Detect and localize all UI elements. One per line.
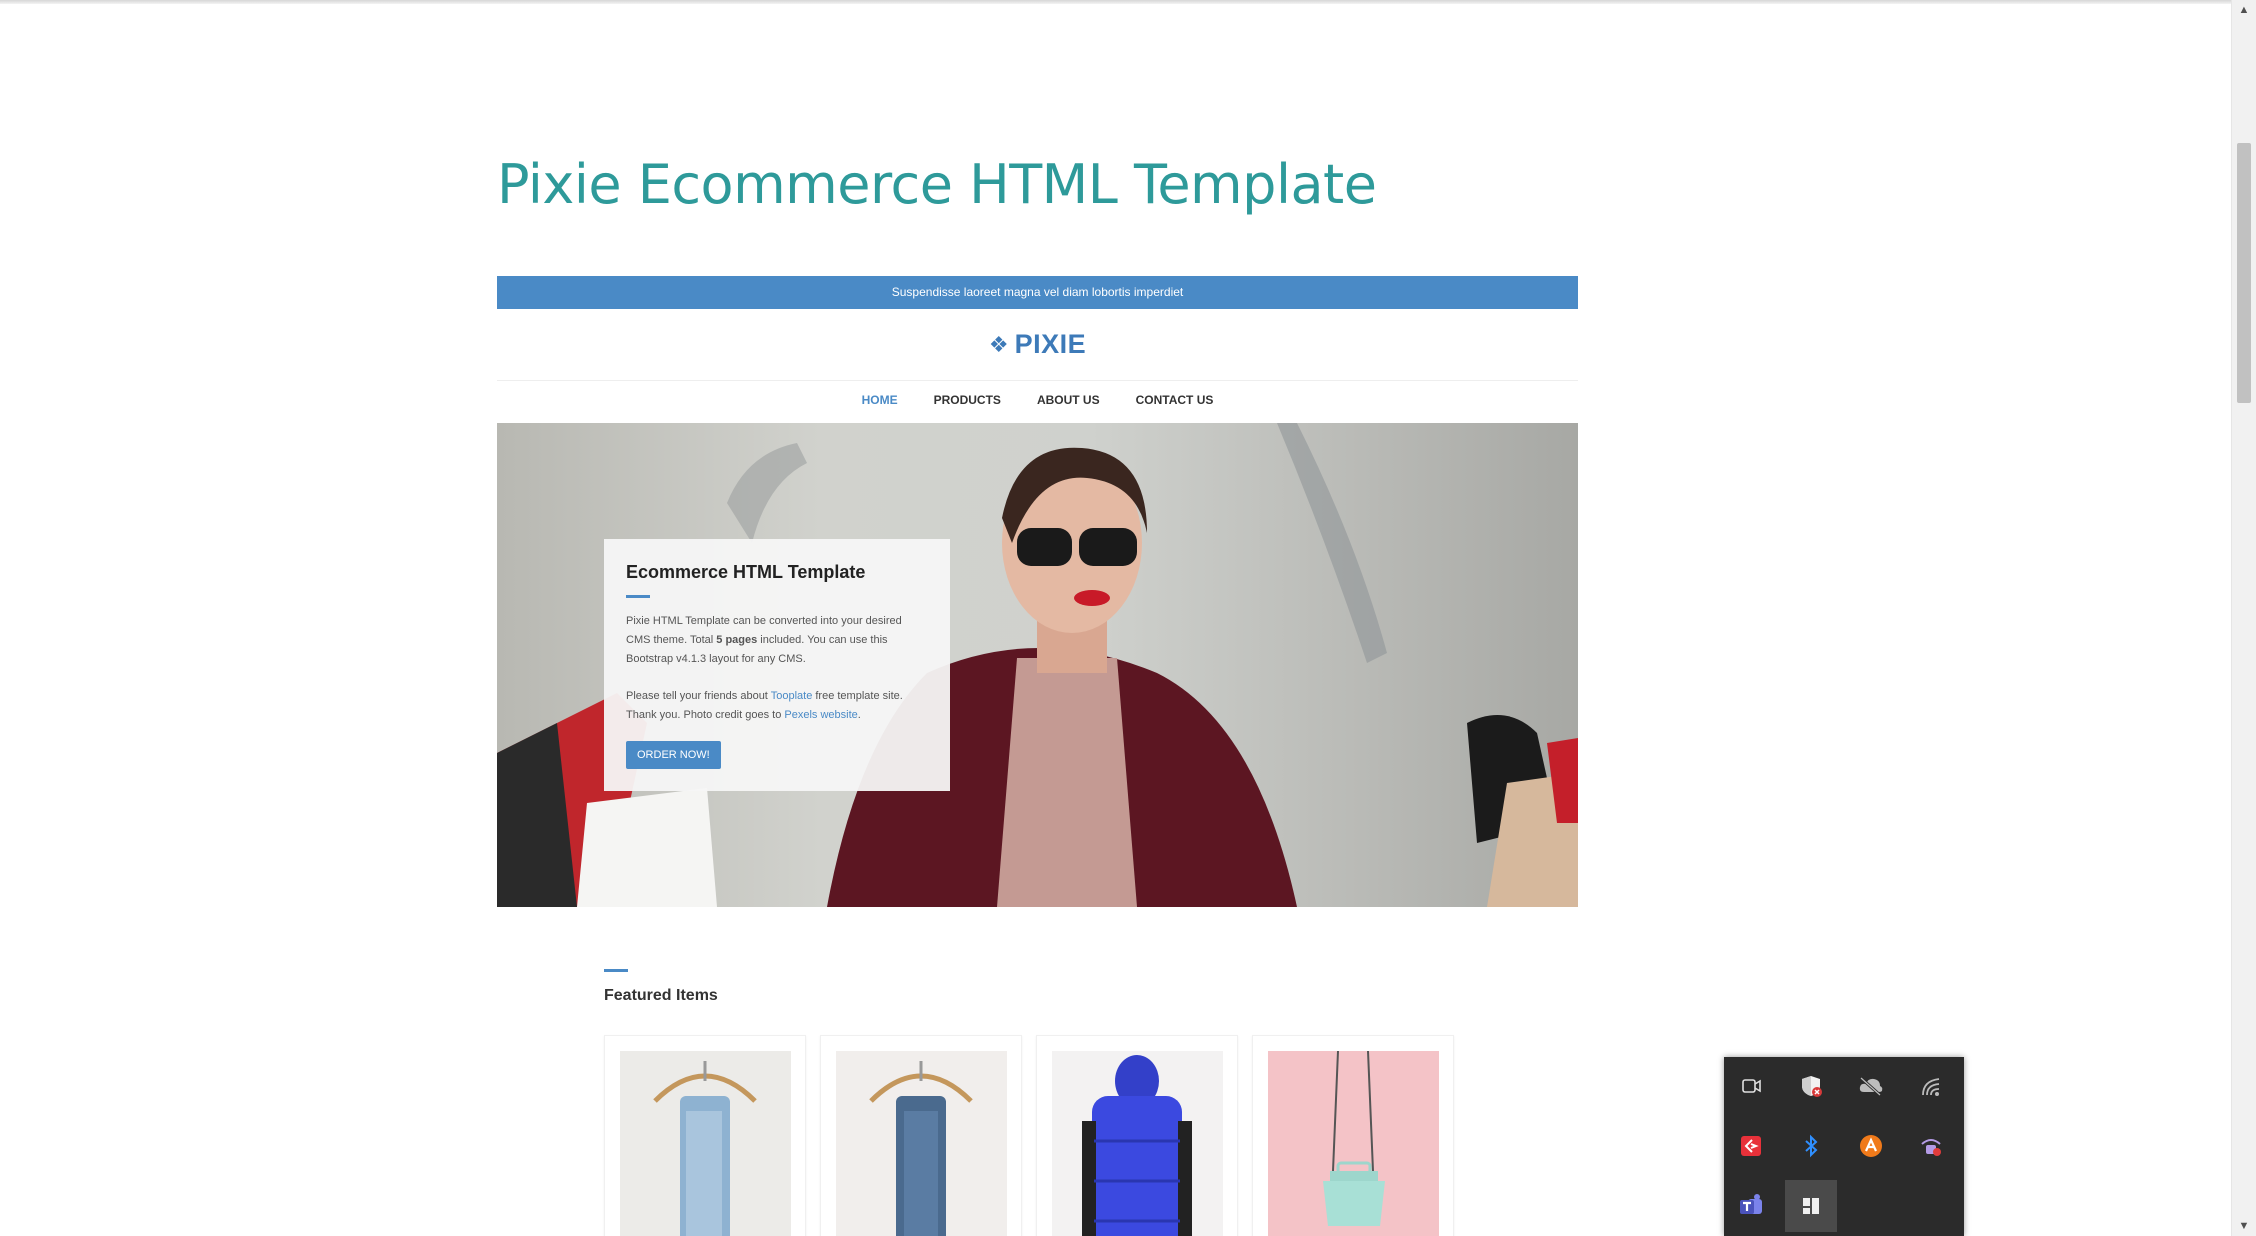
- wifi-signal-icon[interactable]: [1905, 1060, 1957, 1112]
- nav-item-home[interactable]: HOME: [862, 393, 898, 407]
- announcement-bar: Suspendisse laoreet magna vel diam lobor…: [497, 276, 1578, 309]
- vertical-scrollbar[interactable]: ▲ ▼: [2231, 0, 2256, 1236]
- hero-info-card: Ecommerce HTML Template Pixie HTML Templ…: [604, 539, 950, 791]
- snap-layout-icon[interactable]: [1785, 1180, 1837, 1232]
- featured-section: Featured Items: [604, 969, 718, 1005]
- scroll-down-arrow-icon[interactable]: ▼: [2232, 1216, 2256, 1236]
- nav-item-about-us[interactable]: ABOUT US: [1037, 393, 1100, 407]
- page-title: Pixie Ecommerce HTML Template: [497, 153, 1377, 216]
- product-image-jeans: [620, 1051, 791, 1236]
- system-tray-overflow: [1724, 1057, 1964, 1236]
- cloud-sync-icon[interactable]: [1845, 1060, 1897, 1112]
- product-image-dark-jeans: [836, 1051, 1007, 1236]
- brand-name: PIXIE: [1014, 329, 1087, 359]
- brand-header: ❖ PIXIE: [497, 309, 1578, 381]
- teams-icon[interactable]: [1725, 1180, 1777, 1232]
- product-image-puffer-vest: [1052, 1051, 1223, 1236]
- hero-heading: Ecommerce HTML Template: [626, 562, 866, 582]
- featured-title: Featured Items: [604, 987, 718, 1004]
- hero-description: Pixie HTML Template can be converted int…: [626, 615, 902, 665]
- hero-banner: Ecommerce HTML Template Pixie HTML Templ…: [497, 423, 1578, 907]
- hero-credits: Please tell your friends about Tooplate …: [626, 690, 903, 721]
- product-grid: [604, 1035, 1454, 1236]
- product-card[interactable]: [1036, 1035, 1238, 1236]
- tooplate-link[interactable]: Tooplate: [771, 690, 813, 702]
- featured-accent-bar: [604, 969, 628, 972]
- security-shield-icon[interactable]: [1785, 1060, 1837, 1112]
- product-card[interactable]: [820, 1035, 1022, 1236]
- logo-diamond-icon: ❖: [988, 331, 1009, 357]
- pexels-link[interactable]: Pexels website: [784, 709, 857, 721]
- avast-icon[interactable]: [1845, 1120, 1897, 1172]
- product-card[interactable]: [1252, 1035, 1454, 1236]
- product-card[interactable]: [604, 1035, 806, 1236]
- product-image-handbag: [1268, 1051, 1439, 1236]
- order-now-button[interactable]: ORDER NOW!: [626, 741, 721, 769]
- bluetooth-icon[interactable]: [1785, 1120, 1837, 1172]
- heading-underline: [626, 595, 650, 598]
- meet-now-icon[interactable]: [1725, 1060, 1777, 1112]
- nav-item-contact-us[interactable]: CONTACT US: [1136, 393, 1214, 407]
- remote-desktop-icon[interactable]: [1725, 1120, 1777, 1172]
- scroll-thumb[interactable]: [2237, 143, 2251, 403]
- vpn-lock-icon[interactable]: [1905, 1120, 1957, 1172]
- browser-top-border: [0, 0, 2232, 4]
- template-preview-image[interactable]: Suspendisse laoreet magna vel diam lobor…: [497, 276, 1578, 1236]
- nav-item-products[interactable]: PRODUCTS: [934, 393, 1001, 407]
- main-nav: HOME PRODUCTS ABOUT US CONTACT US: [497, 381, 1578, 419]
- scroll-up-arrow-icon[interactable]: ▲: [2232, 0, 2256, 20]
